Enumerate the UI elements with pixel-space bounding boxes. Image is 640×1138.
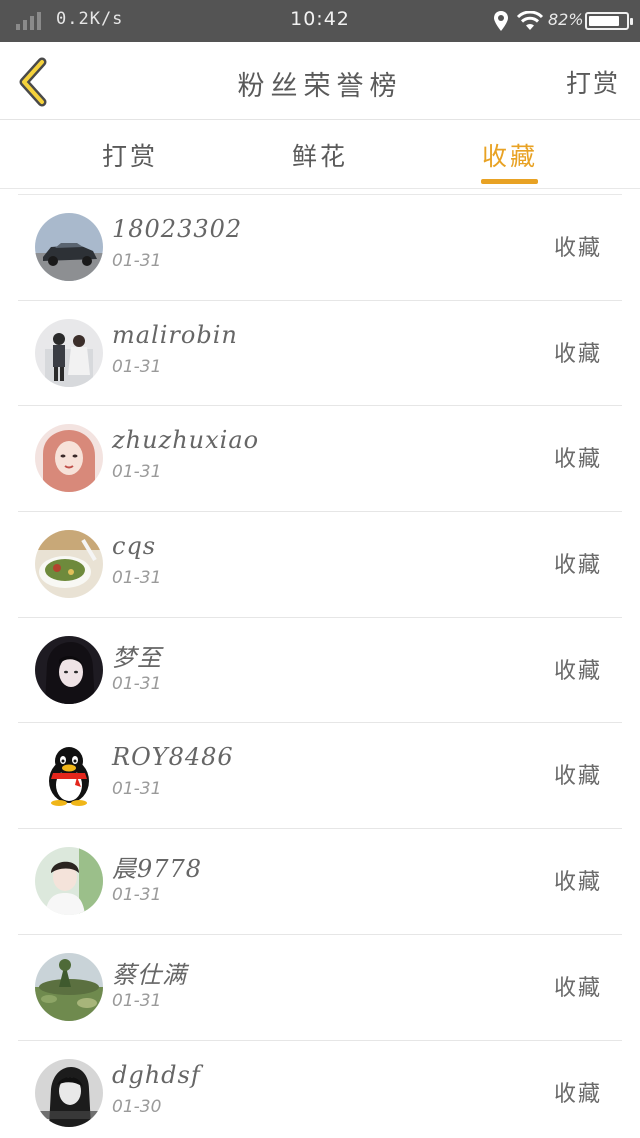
battery-level [589, 16, 619, 26]
avatar [35, 952, 103, 1021]
user-name: 晨9778 [112, 855, 203, 884]
active-tab-indicator [481, 179, 538, 184]
user-name: cqs [112, 532, 157, 561]
clock: 10:42 [290, 8, 350, 30]
list-item[interactable]: 18023302 01-31 收藏 [18, 195, 622, 301]
qq-penguin-icon [35, 741, 103, 810]
action-label: 收藏 [553, 658, 602, 684]
user-name: ROY8486 [112, 743, 234, 772]
list-item[interactable]: malirobin 01-31 收藏 [18, 301, 622, 407]
user-date: 01-31 [112, 568, 162, 589]
avatar [35, 741, 103, 810]
bw-portrait-photo-icon [35, 1058, 103, 1127]
location-icon [494, 11, 508, 31]
user-date: 01-31 [112, 885, 162, 906]
tab-favorites[interactable]: 收藏 [460, 137, 560, 173]
avatar [35, 635, 103, 704]
avatar [35, 213, 103, 281]
avatar [35, 530, 103, 599]
user-date: 01-30 [112, 1096, 162, 1117]
list-item[interactable]: cqs 01-31 收藏 [18, 512, 622, 618]
user-name: 18023302 [112, 215, 243, 243]
list-item[interactable]: 蔡仕满 01-31 收藏 [18, 935, 622, 1041]
avatar [35, 847, 103, 916]
food-bowl-photo-icon [35, 530, 103, 599]
action-label: 收藏 [553, 553, 602, 579]
tab-bar: 打赏 鲜花 收藏 [0, 121, 640, 189]
battery-percent: 82% [548, 10, 584, 29]
list-item[interactable]: 梦至 01-31 收藏 [18, 618, 622, 724]
dark-hair-girl-photo-icon [35, 635, 103, 704]
action-label: 收藏 [553, 447, 602, 473]
page-title: 粉丝荣誉榜 [237, 71, 403, 102]
avatar [35, 318, 103, 387]
user-date: 01-31 [112, 779, 162, 800]
battery-icon [585, 12, 633, 30]
user-name: dghdsf [112, 1060, 201, 1089]
user-name: 蔡仕满 [112, 960, 187, 989]
list-item[interactable]: dghdsf 01-30 收藏 [18, 1041, 622, 1138]
avatar [35, 424, 103, 493]
list-item[interactable]: zhuzhuxiao 01-31 收藏 [18, 406, 622, 513]
car-photo-icon [35, 213, 103, 281]
user-name: zhuzhuxiao [112, 426, 260, 455]
wifi-icon [516, 11, 544, 30]
user-date: 01-31 [112, 673, 162, 694]
list-item[interactable]: ROY8486 01-31 收藏 [18, 723, 622, 830]
tab-flowers[interactable]: 鲜花 [270, 137, 370, 173]
list-item[interactable]: 晨9778 01-31 收藏 [18, 829, 622, 935]
avatar [35, 1058, 103, 1127]
tab-tip[interactable]: 打赏 [80, 137, 180, 173]
user-date: 01-31 [112, 462, 162, 483]
user-name: 梦至 [112, 643, 162, 672]
status-bar: 0.2K/s 10:42 82% [0, 0, 640, 42]
action-label: 收藏 [553, 341, 602, 367]
app-header: 粉丝荣誉榜 打赏 [0, 42, 640, 120]
boy-portrait-photo-icon [35, 847, 103, 916]
landscape-photo-icon [35, 952, 103, 1021]
fan-list: 18023302 01-31 收藏 malirobin 01-31 收藏 zhu… [18, 194, 622, 1138]
couple-photo-icon [35, 318, 103, 387]
action-label: 收藏 [553, 870, 602, 896]
girl-selfie-photo-icon [35, 424, 103, 493]
user-date: 01-31 [112, 251, 162, 271]
user-date: 01-31 [112, 356, 162, 377]
action-label: 收藏 [553, 764, 602, 790]
user-name: malirobin [112, 320, 238, 349]
user-date: 01-31 [112, 990, 162, 1011]
action-label: 收藏 [553, 236, 602, 261]
action-label: 收藏 [553, 975, 602, 1001]
action-label: 收藏 [553, 1081, 602, 1107]
tip-button[interactable]: 打赏 [566, 64, 620, 100]
